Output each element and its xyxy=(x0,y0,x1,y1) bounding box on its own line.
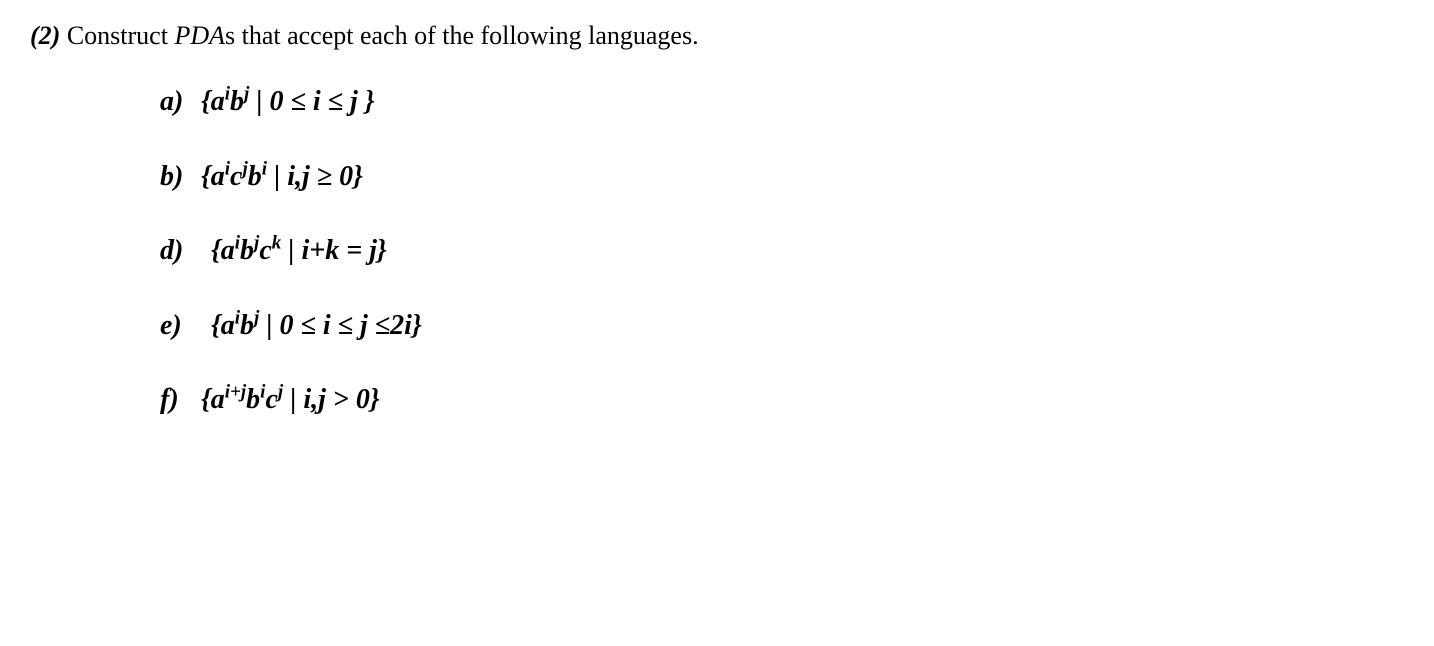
item-expression: {aibjck | i+k = j} xyxy=(211,235,387,266)
question-prompt: (2) Construct PDAs that accept each of t… xyxy=(30,18,1404,54)
item-expression: {aicjbi | i,j ≥ 0} xyxy=(201,161,363,192)
question-text-post: s that accept each of the following lang… xyxy=(225,21,699,50)
item-label: b) xyxy=(160,159,194,195)
item-label: d) xyxy=(160,233,204,269)
question-number: (2) xyxy=(30,21,60,50)
question-pda: PDA xyxy=(174,21,225,50)
item-b: b) {aicjbi | i,j ≥ 0} xyxy=(160,159,1404,195)
item-e: e) {aibj | 0 ≤ i ≤ j ≤2i} xyxy=(160,308,1404,344)
item-expression: {aibj | 0 ≤ i ≤ j ≤2i} xyxy=(211,310,422,341)
item-list: a) {aibj | 0 ≤ i ≤ j } b) {aicjbi | i,j … xyxy=(160,84,1404,418)
item-expression: {aibj | 0 ≤ i ≤ j } xyxy=(201,86,375,117)
item-label: f) xyxy=(160,382,194,418)
item-f: f) {ai+jbicj | i,j > 0} xyxy=(160,382,1404,418)
item-expression: {ai+jbicj | i,j > 0} xyxy=(201,384,380,415)
item-a: a) {aibj | 0 ≤ i ≤ j } xyxy=(160,84,1404,120)
item-label: e) xyxy=(160,308,204,344)
item-d: d) {aibjck | i+k = j} xyxy=(160,233,1404,269)
item-label: a) xyxy=(160,84,194,120)
question-text-pre: Construct xyxy=(60,21,174,50)
